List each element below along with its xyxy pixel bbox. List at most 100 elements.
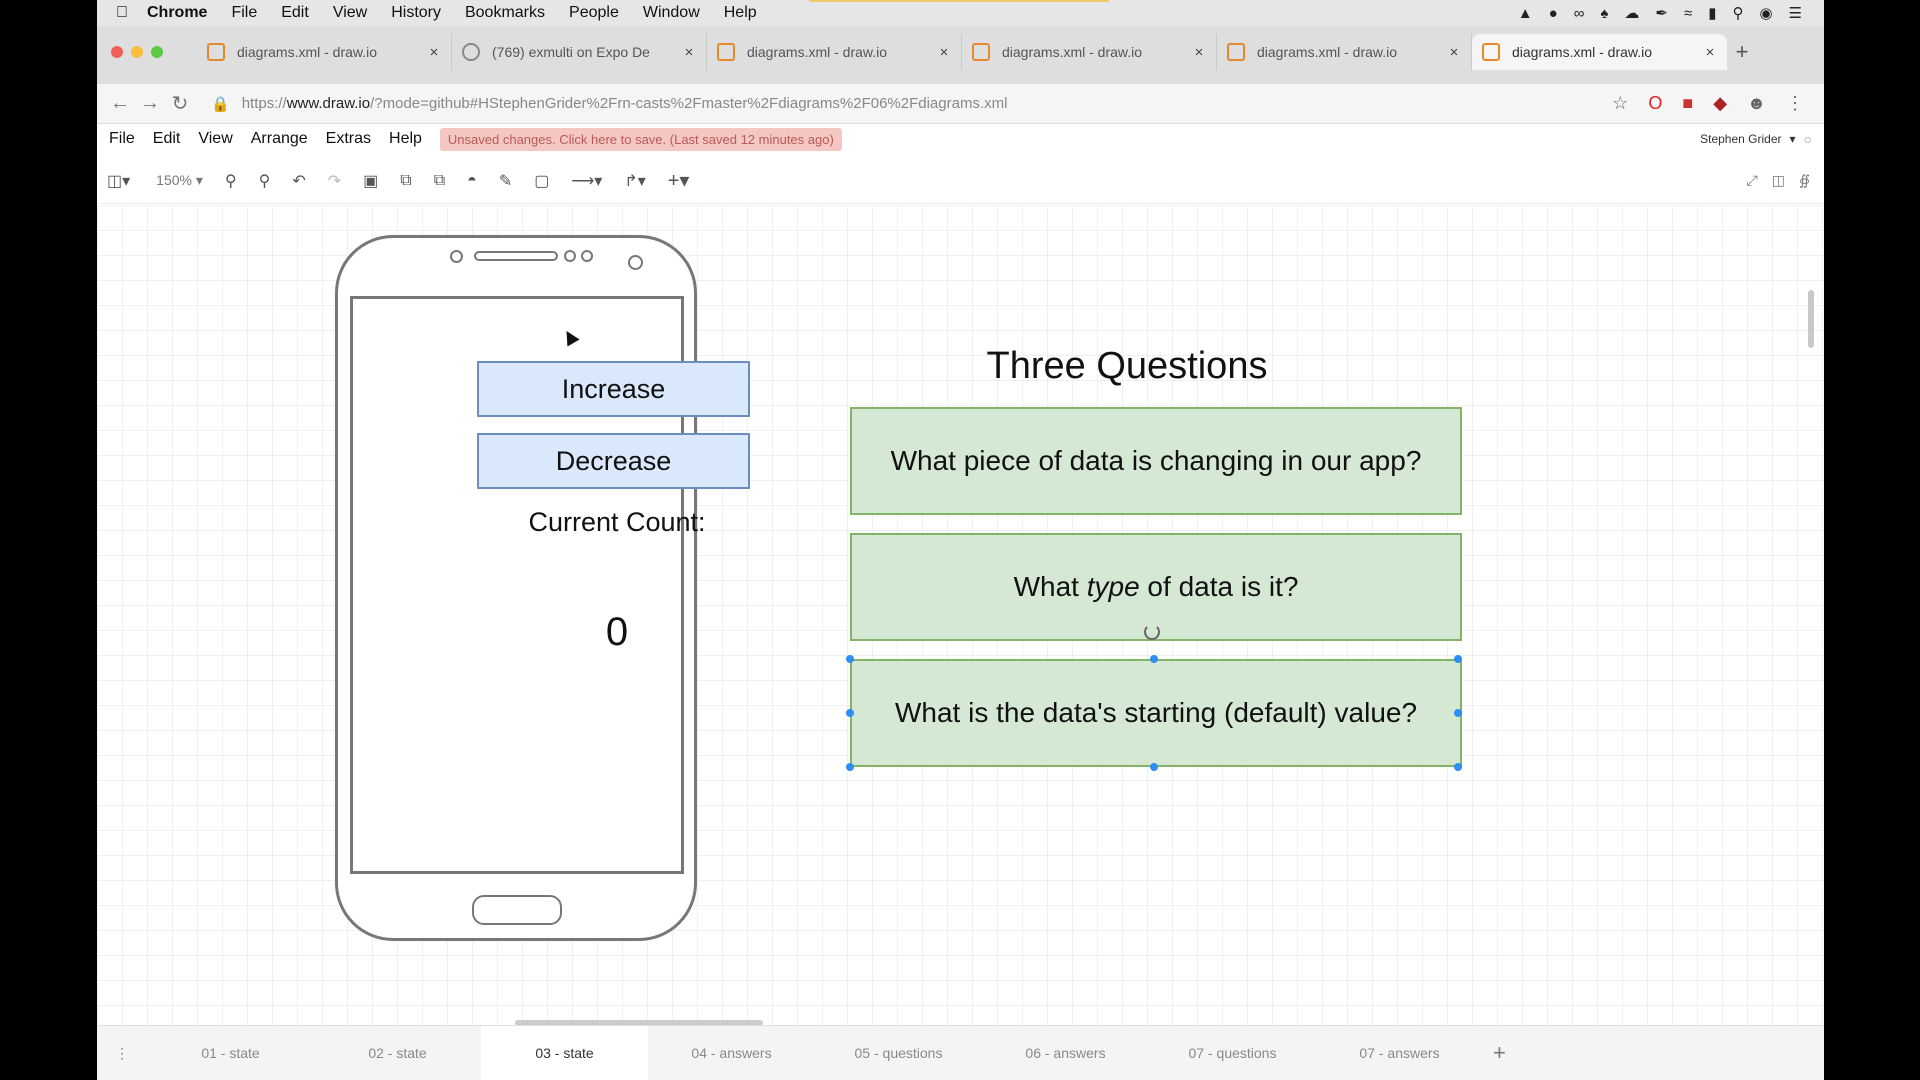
to-front-icon[interactable]: ⧉ <box>400 172 411 190</box>
globe-icon[interactable]: ○ <box>1804 131 1812 147</box>
page-tab[interactable]: 06 - answers <box>982 1026 1149 1080</box>
menu-app-name[interactable]: Chrome <box>147 4 207 22</box>
format-panel-icon[interactable]: ◫▾ <box>107 171 130 191</box>
wifi-icon[interactable]: ≈ <box>1684 5 1692 22</box>
glasses-icon[interactable]: ∞ <box>1574 5 1585 22</box>
redo-icon[interactable]: ↷ <box>328 171 341 191</box>
resize-handle[interactable] <box>1454 655 1462 663</box>
menu-help[interactable]: Help <box>724 4 757 22</box>
profile-icon[interactable]: ☻ <box>1747 93 1766 114</box>
question-box-3-selected[interactable]: What is the data's starting (default) va… <box>850 659 1462 767</box>
resize-handle[interactable] <box>1150 655 1158 663</box>
menu-edit[interactable]: Edit <box>281 4 309 22</box>
bookmark-star-icon[interactable]: ☆ <box>1612 93 1628 114</box>
decrease-shape[interactable]: Decrease <box>477 433 750 489</box>
close-tab-icon[interactable]: × <box>427 44 441 61</box>
app-menu-view[interactable]: View <box>198 130 232 148</box>
resize-handle[interactable] <box>1454 709 1462 717</box>
menu-people[interactable]: People <box>569 4 619 22</box>
connection-icon[interactable]: ⟶▾ <box>571 171 602 191</box>
fill-color-icon[interactable]: ◓ <box>467 172 477 190</box>
menu-window[interactable]: Window <box>643 4 700 22</box>
question-box-1[interactable]: What piece of data is changing in our ap… <box>850 407 1462 515</box>
current-count-label[interactable]: Current Count: <box>517 505 717 539</box>
fullscreen-icon[interactable]: ⤢ <box>1747 172 1758 189</box>
resize-handle[interactable] <box>846 709 854 717</box>
extension-icon[interactable]: ◆ <box>1713 93 1727 114</box>
menu-bookmarks[interactable]: Bookmarks <box>465 4 545 22</box>
close-tab-icon[interactable]: × <box>1192 44 1206 61</box>
close-tab-icon[interactable]: × <box>1703 44 1717 61</box>
app-menu-arrange[interactable]: Arrange <box>251 130 308 148</box>
alert-icon[interactable]: ▲ <box>1518 5 1533 22</box>
more-menu-icon[interactable]: ⋮ <box>1786 93 1804 114</box>
app-menu-extras[interactable]: Extras <box>326 130 371 148</box>
zoom-select[interactable]: 150% ▾ <box>156 172 203 189</box>
page-tab[interactable]: 02 - state <box>314 1026 481 1080</box>
close-window-icon[interactable] <box>111 46 123 58</box>
forward-icon[interactable]: → <box>135 92 165 115</box>
browser-tab-active[interactable]: diagrams.xml - draw.io × <box>1472 34 1727 70</box>
list-icon[interactable]: ☰ <box>1789 4 1802 22</box>
page-tab[interactable]: 04 - answers <box>648 1026 815 1080</box>
minimize-window-icon[interactable] <box>131 46 143 58</box>
record-icon[interactable]: ● <box>1549 5 1558 22</box>
undo-icon[interactable]: ↶ <box>292 171 305 191</box>
browser-tab[interactable]: (769) exmulti on Expo De × <box>452 34 707 70</box>
close-tab-icon[interactable]: × <box>937 44 951 61</box>
insert-icon[interactable]: +▾ <box>668 168 690 193</box>
delete-icon[interactable]: ▣ <box>363 171 378 191</box>
browser-tab[interactable]: diagrams.xml - draw.io × <box>1217 34 1472 70</box>
increase-shape[interactable]: Increase <box>477 361 750 417</box>
rotate-handle-icon[interactable] <box>1144 624 1160 640</box>
collapse-icon[interactable]: ∯ <box>1799 172 1810 189</box>
page-tab[interactable]: 07 - questions <box>1149 1026 1316 1080</box>
browser-tab[interactable]: diagrams.xml - draw.io × <box>197 34 452 70</box>
reload-icon[interactable]: ↻ <box>165 91 195 116</box>
to-back-icon[interactable]: ⧉ <box>434 172 445 190</box>
apple-icon[interactable]:  <box>97 4 147 22</box>
shadow-icon[interactable]: ▢ <box>534 171 549 191</box>
brush-icon[interactable]: ✒ <box>1655 4 1668 22</box>
menu-history[interactable]: History <box>391 4 441 22</box>
resize-handle[interactable] <box>846 763 854 771</box>
page-tab[interactable]: 05 - questions <box>815 1026 982 1080</box>
add-page-icon[interactable]: + <box>1493 1040 1506 1066</box>
resize-handle[interactable] <box>846 655 854 663</box>
user-menu[interactable]: Stephen Grider ▾ ○ <box>1700 131 1812 147</box>
new-tab-icon[interactable]: + <box>1727 34 1757 70</box>
zoom-out-icon[interactable]: ⚲ <box>259 171 271 191</box>
current-count-value[interactable]: 0 <box>517 610 717 655</box>
phone-mockup[interactable] <box>335 235 697 941</box>
questions-title[interactable]: Three Questions <box>857 345 1397 388</box>
url-field[interactable]: 🔒 https://www.draw.io/?mode=github#HStep… <box>211 95 1521 113</box>
page-tab[interactable]: 07 - answers <box>1316 1026 1483 1080</box>
spotlight-icon[interactable]: ⚲ <box>1732 4 1743 22</box>
siri-icon[interactable]: ◉ <box>1759 4 1772 22</box>
app-menu-file[interactable]: File <box>109 130 135 148</box>
waypoints-icon[interactable]: ↱▾ <box>624 171 645 191</box>
page-tab-active[interactable]: 03 - state <box>481 1025 648 1080</box>
cloud-icon[interactable]: ☁ <box>1624 4 1639 22</box>
battery-icon[interactable]: ▮ <box>1708 4 1716 22</box>
format-toggle-icon[interactable]: ◫ <box>1772 172 1785 189</box>
page-tab[interactable]: 01 - state <box>147 1026 314 1080</box>
resize-handle[interactable] <box>1150 763 1158 771</box>
close-tab-icon[interactable]: × <box>682 44 696 61</box>
vertical-scrollbar[interactable] <box>1808 290 1814 348</box>
extension-icon[interactable]: ■ <box>1682 93 1693 114</box>
pages-menu-icon[interactable]: ⋮ <box>97 1045 147 1062</box>
maximize-window-icon[interactable] <box>151 46 163 58</box>
unsaved-changes-banner[interactable]: Unsaved changes. Click here to save. (La… <box>439 127 842 151</box>
app-menu-help[interactable]: Help <box>389 130 422 148</box>
zoom-in-icon[interactable]: ⚲ <box>225 171 237 191</box>
menu-file[interactable]: File <box>231 4 257 22</box>
app-menu-edit[interactable]: Edit <box>153 130 181 148</box>
back-icon[interactable]: ← <box>105 92 135 115</box>
line-color-icon[interactable]: ✎ <box>499 171 512 191</box>
opera-extension-icon[interactable]: O <box>1648 93 1662 114</box>
tree-icon[interactable]: ♠ <box>1600 5 1608 22</box>
browser-tab[interactable]: diagrams.xml - draw.io × <box>707 34 962 70</box>
browser-tab[interactable]: diagrams.xml - draw.io × <box>962 34 1217 70</box>
close-tab-icon[interactable]: × <box>1447 44 1461 61</box>
